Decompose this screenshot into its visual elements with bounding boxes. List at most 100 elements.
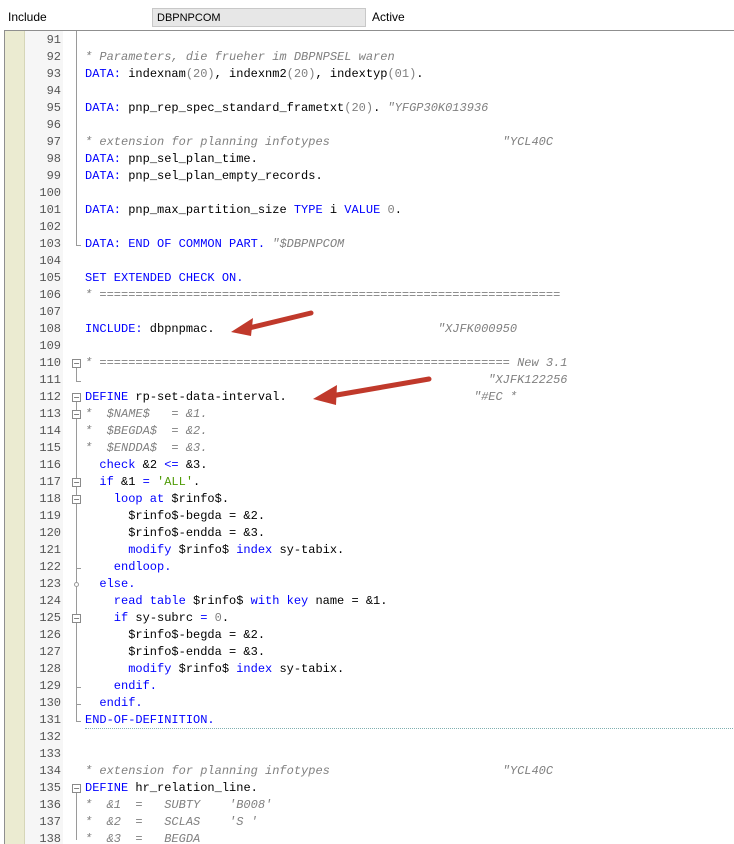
code-text[interactable]: * &2 = SCLAS 'S ' <box>85 814 258 831</box>
code-text[interactable]: if &1 = 'ALL'. <box>85 474 200 491</box>
code-text[interactable]: * extension for planning infotypes "YCL4… <box>85 763 553 780</box>
code-line[interactable]: 124 read table $rinfo$ with key name = &… <box>5 593 734 610</box>
fold-toggle-minus-icon[interactable]: − <box>72 784 81 793</box>
code-text[interactable]: loop at $rinfo$. <box>85 491 229 508</box>
line-number: 107 <box>39 305 61 319</box>
code-line[interactable]: 108 INCLUDE: dbpnpmac. "XJFK000950 <box>5 321 734 338</box>
code-text[interactable]: $rinfo$-endda = &3. <box>85 644 265 661</box>
code-line[interactable]: 115 * $ENDDA$ = &3. <box>5 440 734 457</box>
code-text[interactable]: DEFINE rp-set-data-interval. "#EC * <box>85 389 517 406</box>
code-text[interactable]: * Parameters, die frueher im DBPNPSEL wa… <box>85 49 395 66</box>
code-line[interactable]: 114 * $BEGDA$ = &2. <box>5 423 734 440</box>
code-text[interactable]: endif. <box>85 678 157 695</box>
code-text[interactable]: * ======================================… <box>85 355 567 372</box>
code-line[interactable]: 118 loop at $rinfo$. <box>5 491 734 508</box>
fold-toggle-minus-icon[interactable]: − <box>72 614 81 623</box>
code-line[interactable]: 116 check &2 <= &3. <box>5 457 734 474</box>
code-line[interactable]: 128 modify $rinfo$ index sy-tabix. <box>5 661 734 678</box>
code-text[interactable]: modify $rinfo$ index sy-tabix. <box>85 661 344 678</box>
code-text[interactable]: SET EXTENDED CHECK ON. <box>85 270 243 287</box>
fold-toggle-minus-icon[interactable]: − <box>72 495 81 504</box>
code-text[interactable]: * extension for planning infotypes "YCL4… <box>85 134 553 151</box>
code-text[interactable]: $rinfo$-endda = &3. <box>85 525 265 542</box>
code-line[interactable]: 135 DEFINE hr_relation_line. <box>5 780 734 797</box>
code-line[interactable]: 91 <box>5 32 734 49</box>
code-line[interactable]: 113 * $NAME$ = &1. <box>5 406 734 423</box>
code-text[interactable]: DATA: END OF COMMON PART. "$DBPNPCOM <box>85 236 344 253</box>
code-line[interactable]: 136 * &1 = SUBTY 'B008' <box>5 797 734 814</box>
code-line[interactable]: 100 <box>5 185 734 202</box>
code-line[interactable]: 105 SET EXTENDED CHECK ON. <box>5 270 734 287</box>
code-line[interactable]: 129 endif. <box>5 678 734 695</box>
code-text[interactable]: * $NAME$ = &1. <box>85 406 207 423</box>
code-text[interactable]: check &2 <= &3. <box>85 457 207 474</box>
code-line[interactable]: 104 <box>5 253 734 270</box>
code-line[interactable]: 134 * extension for planning infotypes "Y… <box>5 763 734 780</box>
code-text[interactable]: DATA: pnp_max_partition_size TYPE i VALU… <box>85 202 402 219</box>
code-line[interactable]: 123 else. <box>5 576 734 593</box>
code-line[interactable]: 98 DATA: pnp_sel_plan_time. <box>5 151 734 168</box>
code-text[interactable]: endloop. <box>85 559 172 576</box>
code-line[interactable]: 125 if sy-subrc = 0. <box>5 610 734 627</box>
code-text[interactable]: END-OF-DEFINITION. <box>85 712 215 729</box>
code-line[interactable]: 102 <box>5 219 734 236</box>
fold-toggle-minus-icon[interactable]: − <box>72 478 81 487</box>
code-line[interactable]: 138 * &3 = BEGDA <box>5 831 734 844</box>
code-text[interactable]: $rinfo$-begda = &2. <box>85 508 265 525</box>
code-line[interactable]: 121 modify $rinfo$ index sy-tabix. <box>5 542 734 559</box>
code-text[interactable]: * $ENDDA$ = &3. <box>85 440 207 457</box>
code-text[interactable]: * &3 = BEGDA <box>85 831 200 844</box>
code-token: "$DBPNPCOM <box>272 237 345 251</box>
code-text[interactable]: * &1 = SUBTY 'B008' <box>85 797 272 814</box>
code-line[interactable]: 132 <box>5 729 734 746</box>
code-line[interactable]: 92 * Parameters, die frueher im DBPNPSEL … <box>5 49 734 66</box>
code-text[interactable]: DATA: pnp_rep_spec_standard_frametxt(20)… <box>85 100 488 117</box>
code-line[interactable]: 117 if &1 = 'ALL'. <box>5 474 734 491</box>
code-line[interactable]: 126 $rinfo$-begda = &2. <box>5 627 734 644</box>
code-token: $rinfo$-begda = &2. <box>85 628 266 642</box>
code-token: . <box>373 101 388 115</box>
code-text[interactable]: DATA: indexnam(20), indexnm2(20), indext… <box>85 66 424 83</box>
code-line[interactable]: 103 DATA: END OF COMMON PART. "$DBPNPCOM <box>5 236 734 253</box>
fold-toggle-minus-icon[interactable]: − <box>72 410 81 419</box>
code-line[interactable]: 137 * &2 = SCLAS 'S ' <box>5 814 734 831</box>
code-line[interactable]: 96 <box>5 117 734 134</box>
code-line[interactable]: 99 DATA: pnp_sel_plan_empty_records. <box>5 168 734 185</box>
code-line[interactable]: 133 <box>5 746 734 763</box>
code-line[interactable]: 93 DATA: indexnam(20), indexnm2(20), inde… <box>5 66 734 83</box>
code-text[interactable]: if sy-subrc = 0. <box>85 610 229 627</box>
code-text[interactable]: read table $rinfo$ with key name = &1. <box>85 593 388 610</box>
code-text[interactable]: modify $rinfo$ index sy-tabix. <box>85 542 344 559</box>
code-text[interactable]: endif. <box>85 695 142 712</box>
code-text[interactable]: DEFINE hr_relation_line. <box>85 780 258 797</box>
code-line[interactable]: 101 DATA: pnp_max_partition_size TYPE i V… <box>5 202 734 219</box>
code-line[interactable]: 120 $rinfo$-endda = &3. <box>5 525 734 542</box>
include-status-label: Active <box>372 10 405 24</box>
code-line[interactable]: 109 <box>5 338 734 355</box>
fold-toggle-minus-icon[interactable]: − <box>72 359 81 368</box>
code-text[interactable]: else. <box>85 576 135 593</box>
code-line[interactable]: 106 * ===================================… <box>5 287 734 304</box>
code-token: pnp_sel_plan_time. <box>121 152 258 166</box>
code-line[interactable]: 127 $rinfo$-endda = &3. <box>5 644 734 661</box>
code-text[interactable]: * $BEGDA$ = &2. <box>85 423 207 440</box>
code-text[interactable]: DATA: pnp_sel_plan_time. <box>85 151 258 168</box>
code-line[interactable]: 131 END-OF-DEFINITION. <box>5 712 734 729</box>
fold-toggle-minus-icon[interactable]: − <box>72 393 81 402</box>
code-text[interactable]: * ======================================… <box>85 287 560 304</box>
code-line[interactable]: 122 endloop. <box>5 559 734 576</box>
code-line[interactable]: 94 <box>5 83 734 100</box>
code-line[interactable]: 95 DATA: pnp_rep_spec_standard_frametxt(2… <box>5 100 734 117</box>
code-line[interactable]: 97 * extension for planning infotypes "YC… <box>5 134 734 151</box>
code-line[interactable]: 119 $rinfo$-begda = &2. <box>5 508 734 525</box>
include-name-field[interactable]: DBPNPCOM <box>152 8 366 27</box>
code-token: loop at <box>85 492 165 506</box>
code-line[interactable]: 107 <box>5 304 734 321</box>
code-text[interactable]: $rinfo$-begda = &2. <box>85 627 265 644</box>
code-text[interactable]: DATA: pnp_sel_plan_empty_records. <box>85 168 323 185</box>
abap-code-editor[interactable]: 91 92 * Parameters, die frueher im DBPNPSE… <box>4 30 734 844</box>
code-line[interactable]: 110 * ===================================… <box>5 355 734 372</box>
code-line[interactable]: 130 endif. <box>5 695 734 712</box>
code-token: &3. <box>178 458 208 472</box>
code-token: VALUE <box>344 203 381 217</box>
